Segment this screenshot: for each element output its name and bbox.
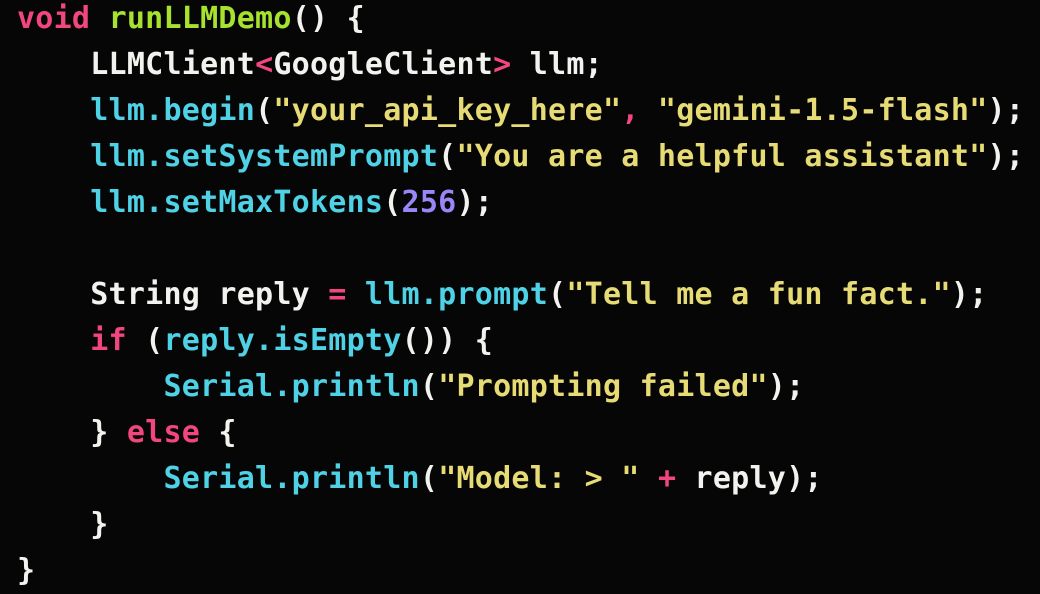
- code-token-method: llm.prompt: [364, 277, 549, 312]
- code-token-keyword: void: [17, 1, 91, 36]
- code-token-keyword: =: [328, 277, 347, 312]
- code-line: llm.setMaxTokens(256);: [17, 180, 1024, 226]
- code-line: llm.setSystemPrompt("You are a helpful a…: [17, 134, 1024, 180]
- code-token-plain: (: [255, 93, 274, 128]
- code-token-method: Serial.println: [163, 461, 420, 496]
- code-token-plain: {: [200, 415, 237, 450]
- code-token-keyword: ,: [621, 93, 658, 128]
- code-token-number: 256: [401, 185, 457, 220]
- code-token-string: "You are a helpful assistant": [456, 139, 988, 174]
- code-block: void runLLMDemo() { LLMClient<GoogleClie…: [17, 0, 1024, 594]
- code-token-function: runLLMDemo: [108, 1, 292, 36]
- code-token-string: "Tell me a fun fact.": [566, 277, 951, 312]
- code-token-plain: (: [419, 461, 439, 496]
- code-token-plain: );: [987, 139, 1025, 174]
- code-line: } else {: [17, 410, 1024, 456]
- code-token-plain: (: [419, 369, 439, 404]
- code-token-plain: (: [548, 277, 567, 312]
- code-token-keyword: >: [493, 47, 512, 82]
- code-token-plain: );: [456, 185, 494, 220]
- code-line: String reply = llm.prompt("Tell me a fun…: [17, 272, 1024, 318]
- code-line: }: [17, 502, 1024, 548]
- code-token-plain: (: [126, 323, 164, 358]
- code-token-keyword: +: [657, 461, 677, 496]
- code-line: }: [17, 548, 1024, 594]
- code-token-plain: GoogleClient: [273, 47, 494, 82]
- code-token-string: "Prompting failed": [438, 369, 768, 404]
- code-token-method: reply.isEmpty: [163, 323, 402, 358]
- code-line: if (reply.isEmpty()) {: [17, 318, 1024, 364]
- code-token-plain: }: [17, 415, 127, 450]
- code-token-plain: );: [950, 277, 988, 312]
- code-line: llm.begin("your_api_key_here", "gemini-1…: [17, 88, 1024, 134]
- code-token-plain: ()) {: [401, 323, 494, 358]
- code-token-keyword: else: [126, 415, 201, 450]
- code-token-keyword: if: [90, 323, 127, 358]
- code-token-plain: (: [383, 185, 402, 220]
- code-line: Serial.println("Prompting failed");: [17, 364, 1024, 410]
- code-line: Serial.println("Model: > " + reply);: [17, 456, 1024, 502]
- code-token-plain: }: [17, 553, 36, 588]
- code-token-plain: );: [987, 93, 1025, 128]
- code-editor: void runLLMDemo() { LLMClient<GoogleClie…: [0, 0, 1040, 594]
- code-token-plain: llm;: [511, 47, 603, 82]
- code-token-plain: );: [767, 369, 805, 404]
- code-token-keyword: <: [255, 47, 274, 82]
- code-line: void runLLMDemo() {: [17, 0, 1024, 42]
- code-token-plain: LLMClient: [17, 47, 256, 82]
- code-token-method: llm.setSystemPrompt: [90, 139, 439, 174]
- code-token-method: Serial.println: [163, 369, 420, 404]
- code-token-plain: () {: [291, 1, 365, 36]
- code-line: LLMClient<GoogleClient> llm;: [17, 42, 1024, 88]
- code-token-plain: String reply: [17, 277, 329, 312]
- code-token-method: llm.begin: [90, 93, 256, 128]
- code-token-method: llm.setMaxTokens: [90, 185, 384, 220]
- code-token-plain: (: [438, 139, 457, 174]
- code-token-plain: reply);: [676, 461, 823, 496]
- code-token-string: "gemini-1.5-flash": [657, 93, 988, 128]
- code-token-string: "your_api_key_here": [273, 93, 622, 128]
- code-token-plain: }: [17, 507, 109, 542]
- code-token-string: "Model: > ": [438, 461, 640, 496]
